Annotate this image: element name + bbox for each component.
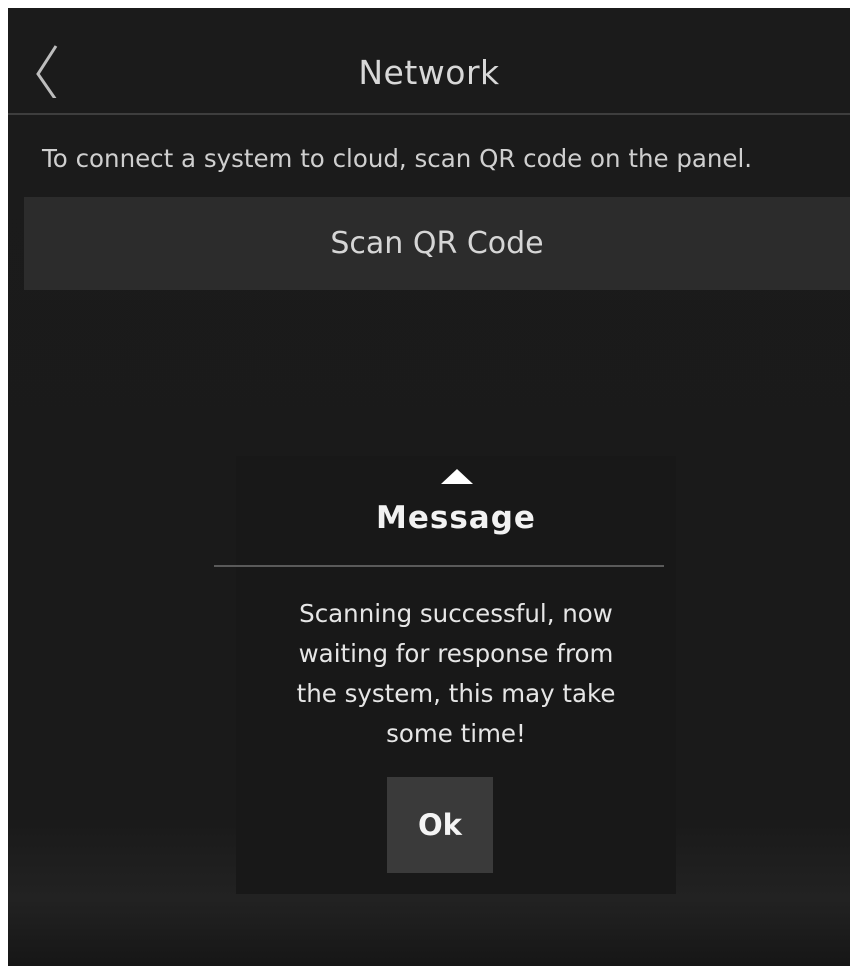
message-dialog: Message Scanning successful, now waiting… [214, 456, 676, 894]
dialog-divider [214, 565, 664, 567]
scan-qr-code-button[interactable]: Scan QR Code [24, 197, 850, 290]
ok-button[interactable]: Ok [387, 777, 493, 873]
header: Network [8, 8, 850, 115]
instruction-text: To connect a system to cloud, scan QR co… [42, 144, 753, 173]
header-divider [8, 113, 850, 115]
page-title: Network [358, 53, 500, 92]
message-line: the system, this may take [296, 679, 616, 708]
message-line: some time! [386, 719, 526, 748]
triangle-up-icon [441, 469, 473, 484]
dialog-message: Scanning successful, now waiting for res… [236, 594, 676, 754]
network-screen: Network To connect a system to cloud, sc… [8, 8, 850, 966]
message-line: Scanning successful, now [299, 599, 613, 628]
message-line: waiting for response from [298, 639, 614, 668]
dialog-title: Message [376, 500, 536, 536]
